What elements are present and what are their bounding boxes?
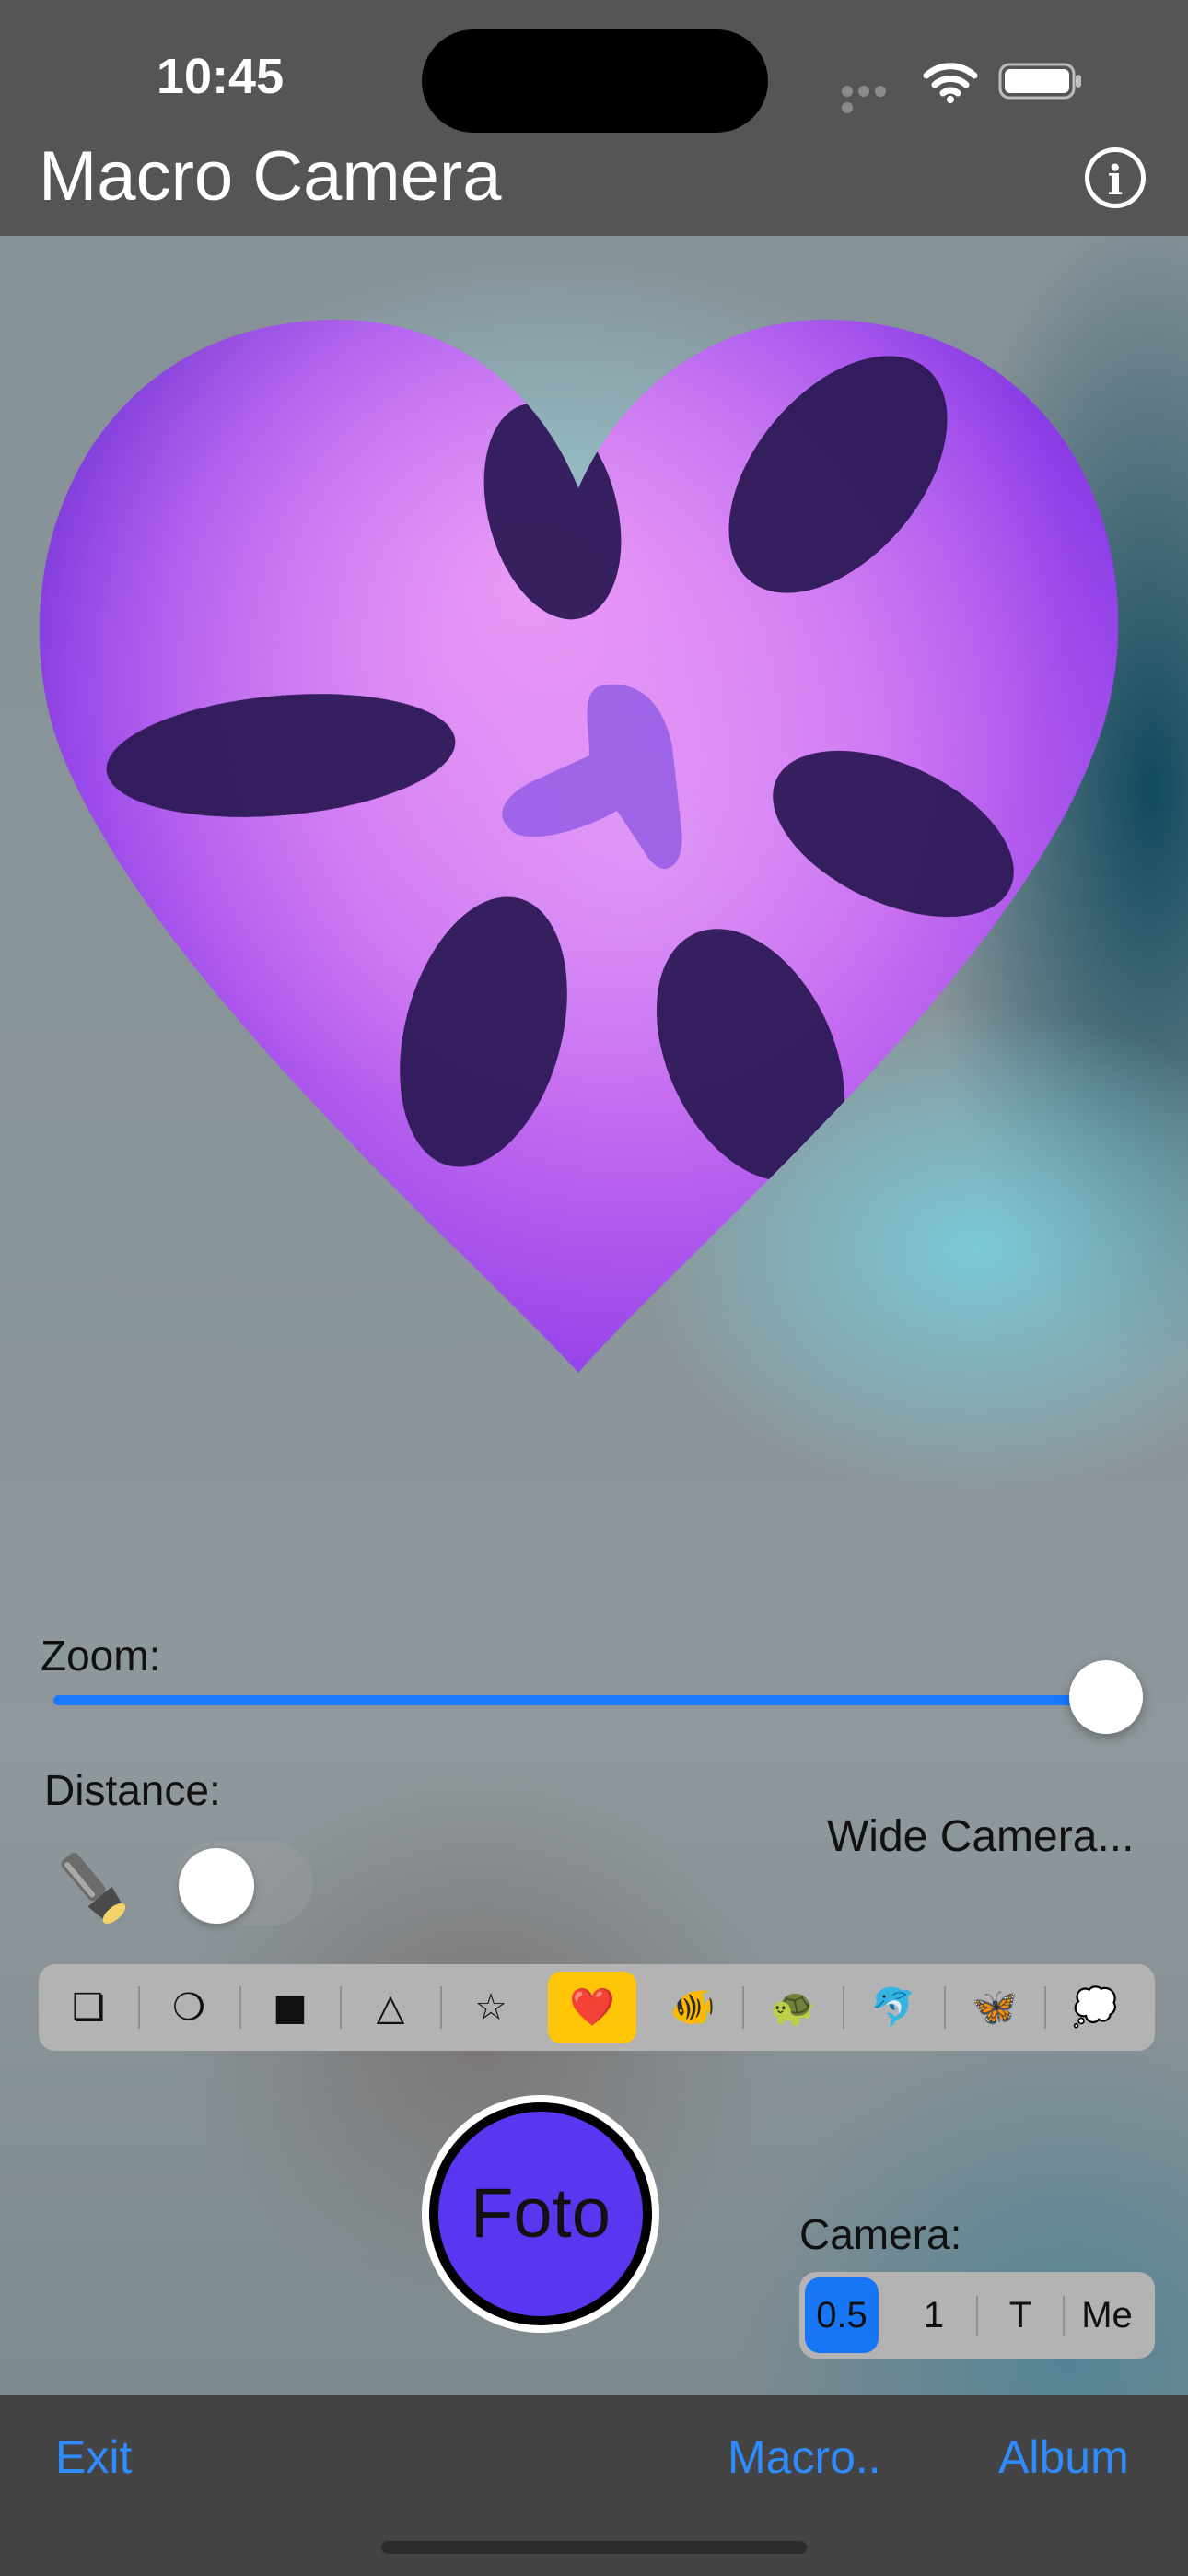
torch-toggle-knob[interactable]: [179, 1848, 254, 1924]
dolphin-icon[interactable]: 🐬: [849, 1972, 938, 2043]
segment-divider: [976, 2296, 978, 2336]
segment-divider: [138, 1986, 140, 2029]
circle-icon[interactable]: ❍: [145, 1972, 233, 2043]
zoom-slider[interactable]: [53, 1695, 1107, 1705]
page-title: Macro Camera: [39, 137, 502, 216]
camera-option-2[interactable]: T: [978, 2277, 1063, 2353]
segment-divider: [843, 1986, 844, 2029]
dynamic-island: [422, 29, 768, 133]
info-button[interactable]: i: [1085, 147, 1146, 208]
cellular-signal-icon: [842, 85, 904, 113]
heart-masked-photo: [39, 319, 1119, 1373]
filled-square-icon[interactable]: ■: [246, 1972, 334, 2043]
segment-divider: [1063, 2296, 1065, 2336]
heart-icon[interactable]: ❤️: [548, 1972, 636, 2043]
distance-label: Distance:: [44, 1766, 221, 1814]
segment-divider: [340, 1986, 342, 2029]
triangle-icon[interactable]: △: [346, 1972, 435, 2043]
camera-label: Camera:: [799, 2210, 962, 2258]
segment-divider: [742, 1986, 744, 2029]
album-button[interactable]: Album: [998, 2430, 1129, 2484]
info-circle-icon: i: [1107, 158, 1124, 205]
camera-option-3[interactable]: Me: [1065, 2277, 1149, 2353]
camera-option-1[interactable]: 1: [891, 2277, 976, 2353]
macro-button[interactable]: Macro..: [728, 2430, 881, 2484]
segment-divider: [1044, 1986, 1046, 2029]
star-icon[interactable]: ☆: [447, 1972, 535, 2043]
segment-divider: [944, 1986, 946, 2029]
turtle-icon[interactable]: 🐢: [749, 1972, 837, 2043]
square-shadow-icon[interactable]: ❏: [44, 1972, 133, 2043]
battery-icon: [998, 63, 1081, 100]
zoom-label: Zoom:: [41, 1632, 161, 1680]
segment-divider: [440, 1986, 442, 2029]
zoom-slider-thumb[interactable]: [1069, 1660, 1143, 1734]
butterfly-icon[interactable]: 🦋: [950, 1972, 1039, 2043]
wifi-icon: [923, 63, 978, 103]
fish-icon[interactable]: 🐠: [648, 1972, 737, 2043]
flashlight-icon[interactable]: [46, 1843, 138, 1935]
camera-option-0[interactable]: 0.5: [805, 2277, 879, 2353]
thought-bubble-icon[interactable]: 💭: [1051, 1972, 1139, 2043]
status-time: 10:45: [157, 49, 285, 104]
camera-status-label: Wide Camera...: [827, 1812, 1135, 1861]
home-indicator: [381, 2541, 807, 2554]
exit-button[interactable]: Exit: [55, 2430, 132, 2484]
shutter-button[interactable]: Foto: [438, 2112, 643, 2316]
segment-divider: [239, 1986, 241, 2029]
